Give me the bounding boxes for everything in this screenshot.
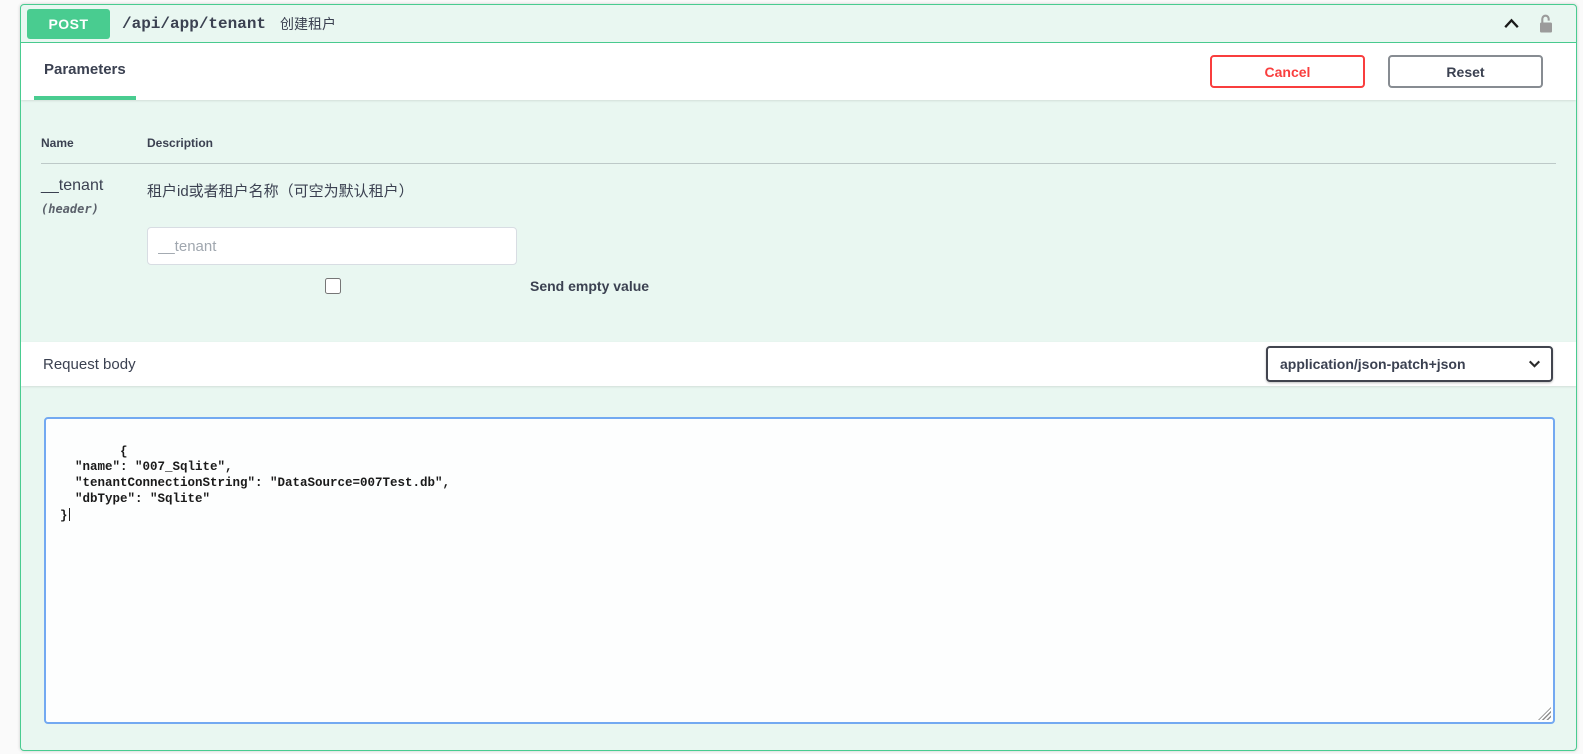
cancel-button[interactable]: Cancel [1210, 55, 1365, 88]
swagger-page: POST /api/app/tenant 创建租户 [0, 0, 1583, 754]
endpoint-path: /api/app/tenant [122, 15, 266, 33]
parameter-location: (header) [41, 202, 147, 216]
request-body-area: { "name": "007_Sqlite", "tenantConnectio… [21, 386, 1576, 724]
endpoint-description: 创建租户 [280, 14, 336, 34]
try-out-actions: Cancel Reset [1210, 55, 1543, 88]
request-body-editor[interactable]: { "name": "007_Sqlite", "tenantConnectio… [44, 417, 1555, 724]
parameter-row: __tenant (header) 租户id或者租户名称（可空为默认租户） Se… [41, 164, 1556, 294]
parameters-tab-label: Parameters [44, 61, 126, 78]
request-body-text: { "name": "007_Sqlite", "tenantConnectio… [60, 445, 450, 523]
endpoint-summary[interactable]: POST /api/app/tenant 创建租户 [21, 5, 1576, 43]
api-endpoint-panel: POST /api/app/tenant 创建租户 [20, 4, 1577, 751]
chevron-up-icon [1501, 13, 1522, 34]
send-empty-value-row: Send empty value [147, 278, 1556, 294]
content-type-select[interactable]: application/json-patch+json [1266, 346, 1553, 382]
column-header-name: Name [41, 136, 147, 150]
parameter-description: 租户id或者租户名称（可空为默认租户） [147, 180, 1556, 201]
parameters-table-header: Name Description [41, 136, 1556, 164]
send-empty-value-checkbox[interactable] [325, 278, 341, 294]
request-body-section-header: Request body application/json-patch+json [21, 342, 1576, 386]
collapse-button[interactable] [1501, 13, 1522, 34]
http-method-badge: POST [27, 9, 110, 39]
content-type-select-wrap: application/json-patch+json [1266, 346, 1553, 382]
reset-button[interactable]: Reset [1388, 55, 1543, 88]
tenant-header-input[interactable] [147, 227, 517, 265]
send-empty-value-label: Send empty value [530, 278, 649, 294]
resize-handle[interactable] [1538, 707, 1551, 720]
unlock-icon [1536, 13, 1556, 35]
request-body-label: Request body [43, 356, 136, 373]
tab-parameters[interactable]: Parameters [34, 43, 136, 100]
parameters-section-header: Parameters Cancel Reset [21, 43, 1576, 100]
column-header-description: Description [147, 136, 1556, 150]
parameters-table: Name Description __tenant (header) 租户id或… [21, 100, 1576, 342]
text-cursor [69, 508, 71, 521]
authorize-button[interactable] [1536, 13, 1556, 35]
parameter-name: __tenant [41, 177, 147, 195]
